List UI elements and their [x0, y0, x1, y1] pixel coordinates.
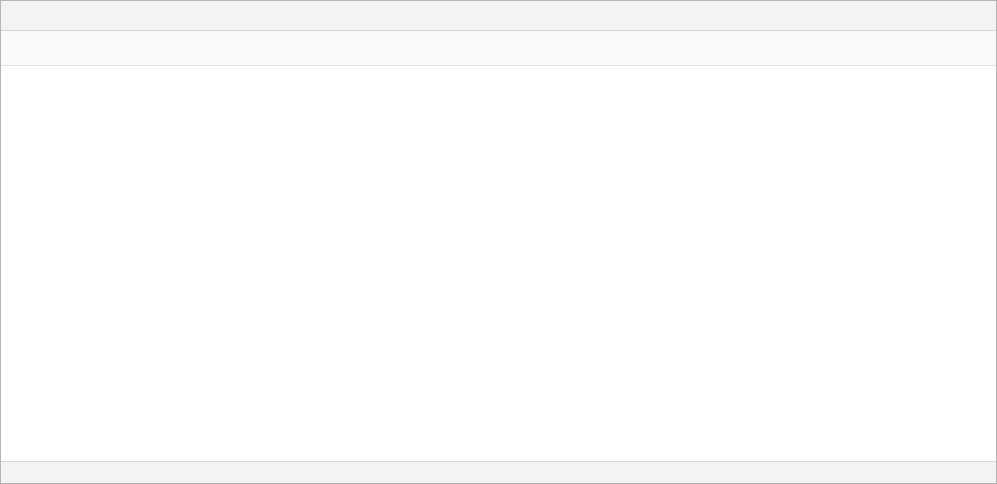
status-bar — [1, 461, 996, 483]
application-window — [0, 0, 997, 484]
main-content — [1, 66, 996, 461]
title-bar[interactable] — [1, 1, 996, 31]
toolbar — [1, 31, 996, 66]
